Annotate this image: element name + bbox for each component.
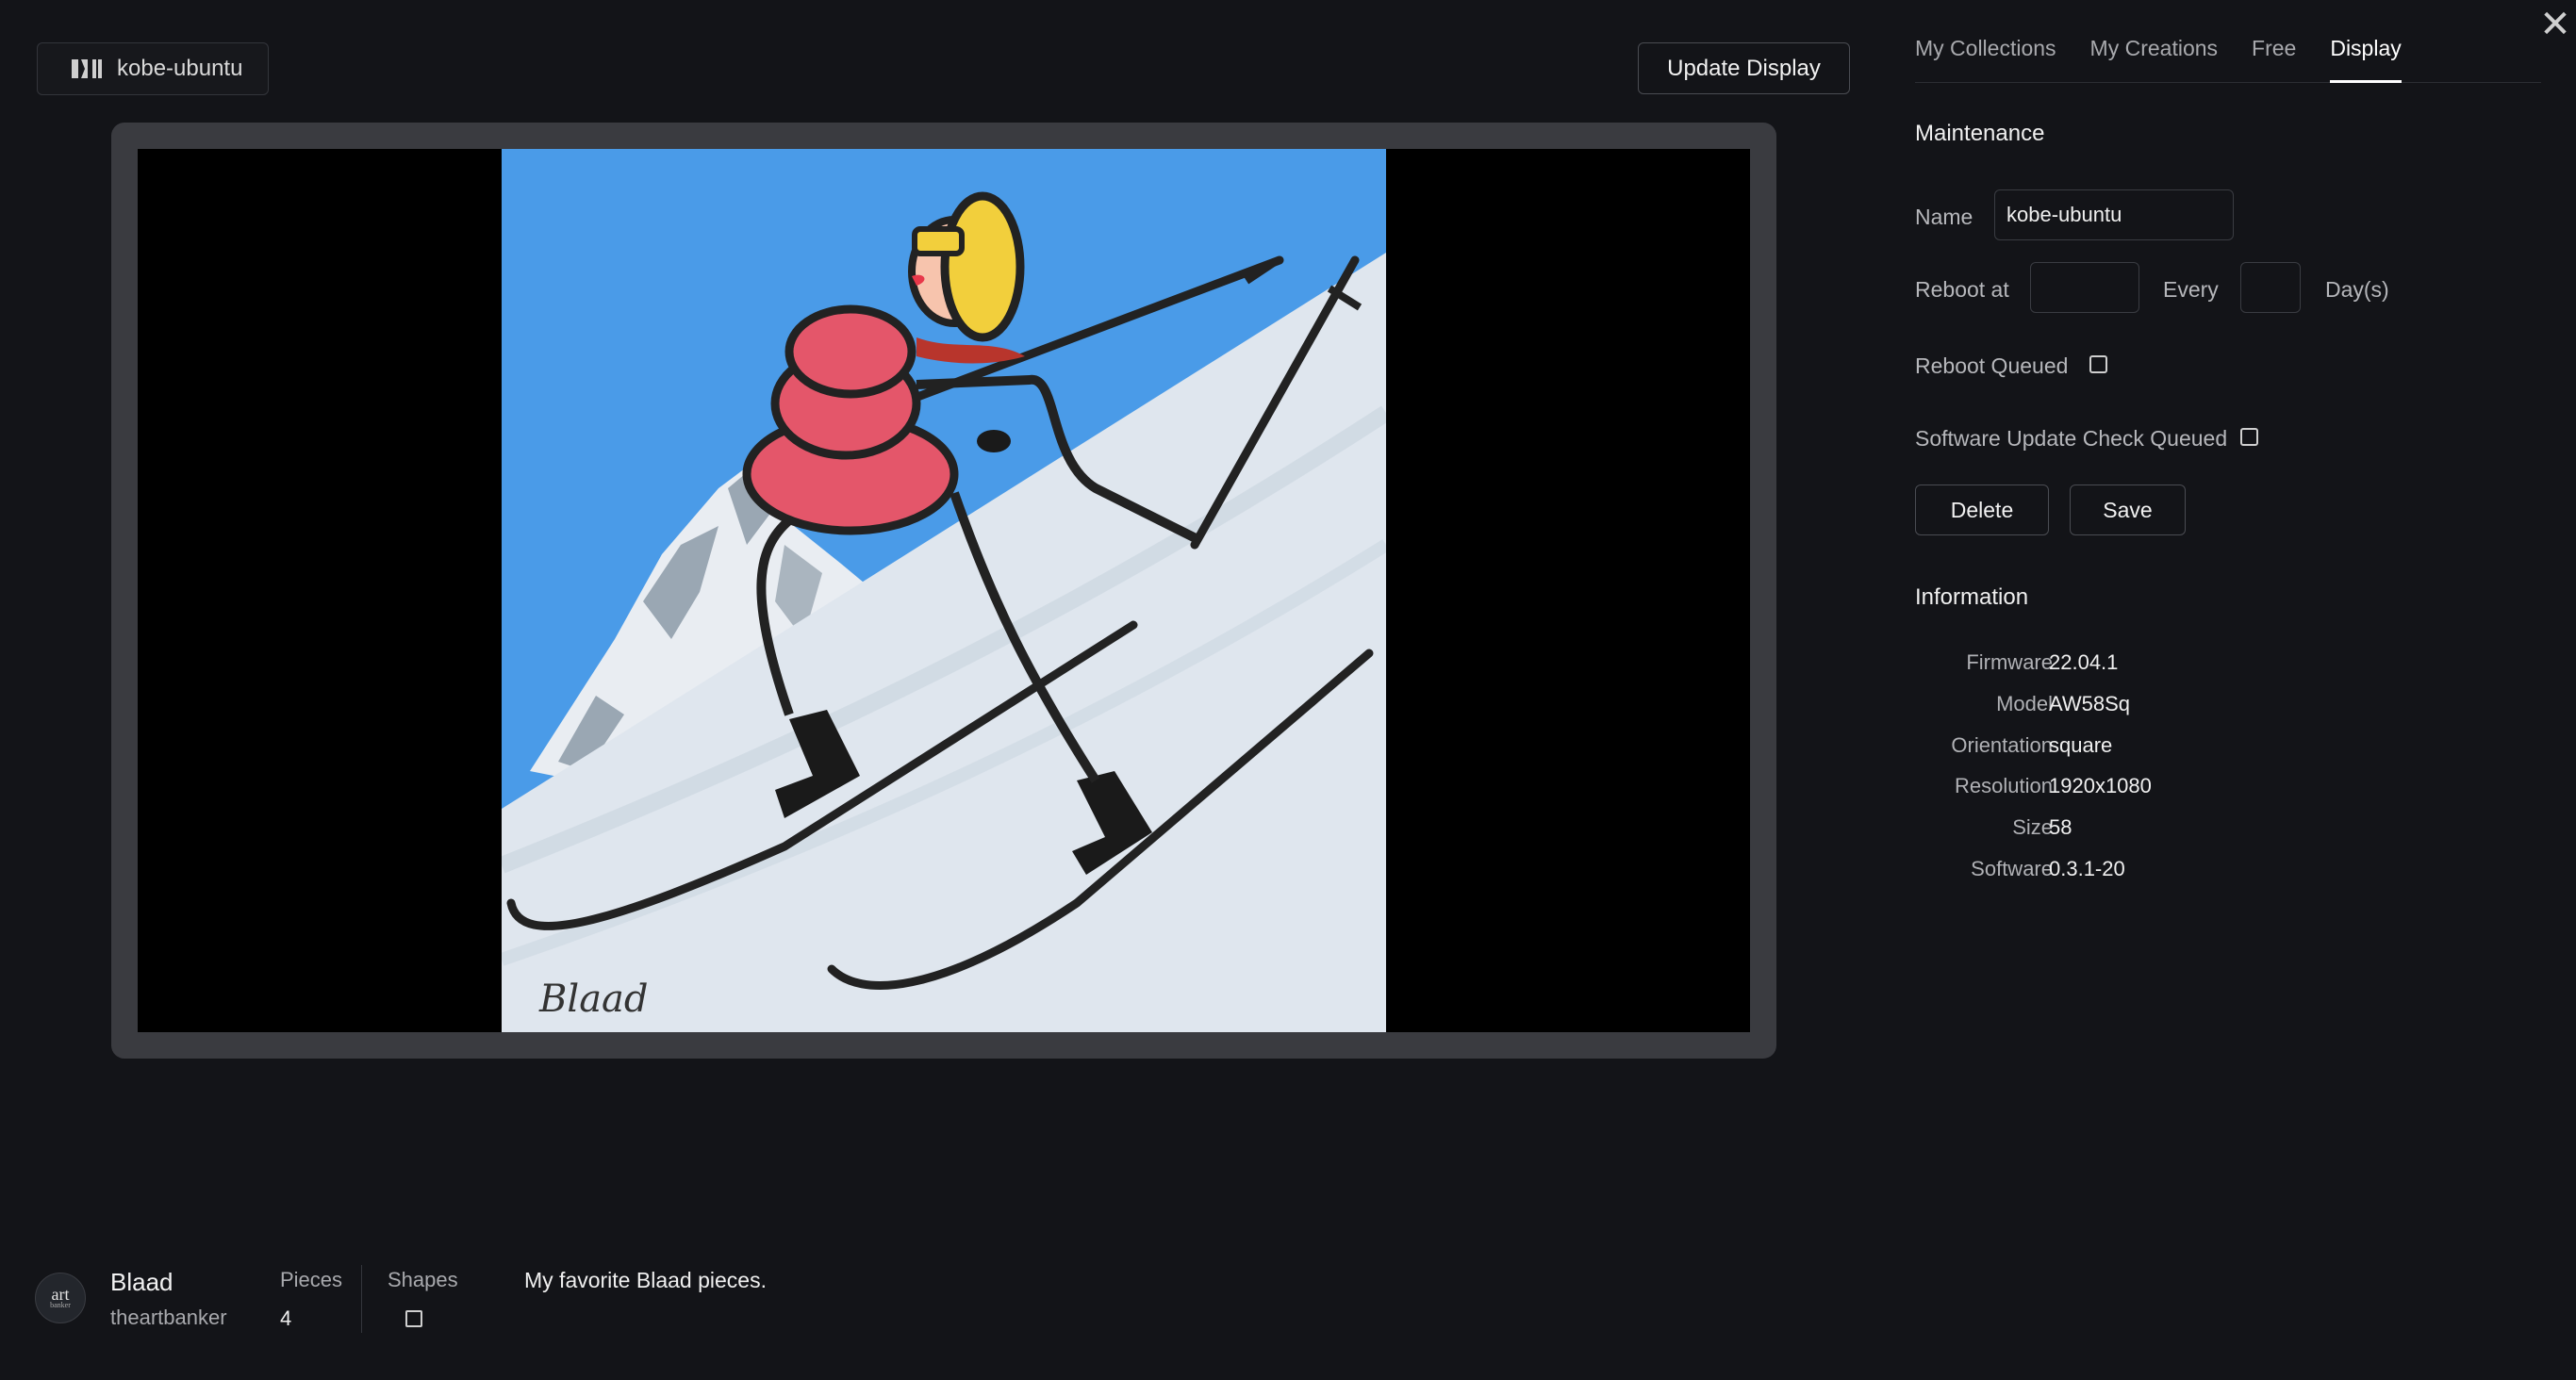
avatar[interactable]: art banker [35, 1273, 86, 1323]
software-update-label: Software Update Check Queued [1915, 426, 2228, 451]
every-label: Every [2163, 277, 2219, 302]
reboot-at-field[interactable] [2030, 262, 2139, 313]
info-value: 0.3.1-20 [2049, 857, 2125, 880]
tab-display[interactable]: Display [2330, 36, 2403, 83]
info-value: 58 [2049, 815, 2072, 839]
owner-name[interactable]: Blaad [110, 1268, 173, 1297]
software-update-checkbox[interactable] [2240, 428, 2258, 446]
pieces-label: Pieces [280, 1268, 343, 1291]
info-row-size: Size 58 [1915, 815, 2292, 853]
tab-my-creations[interactable]: My Creations [2090, 36, 2218, 82]
info-key: Resolution [1955, 774, 2053, 797]
footer-divider [361, 1265, 362, 1333]
info-key: Orientation [1951, 733, 2053, 757]
artwork-signature: Blaad [538, 978, 649, 1021]
info-row-orientation: Orientation square [1915, 733, 2292, 771]
delete-button[interactable]: Delete [1915, 485, 2049, 535]
collection-description: My favorite Blaad pieces. [524, 1268, 767, 1292]
tab-free[interactable]: Free [2252, 36, 2296, 82]
device-chip[interactable]: kobe-ubuntu [37, 42, 269, 95]
information-title: Information [1915, 584, 2029, 610]
tab-my-collections[interactable]: My Collections [1915, 36, 2056, 82]
display-preview-frame: Blaad [111, 123, 1776, 1059]
close-icon[interactable]: ✕ [2538, 6, 2572, 43]
reboot-queued-label: Reboot Queued [1915, 353, 2069, 378]
info-key: Software [1971, 857, 2053, 880]
app-root: kobe-ubuntu Update Display Blaad ✕ My Co… [0, 0, 2576, 1380]
info-row-model: Model AW58Sq [1915, 692, 2292, 730]
info-value: AW58Sq [2049, 692, 2131, 715]
info-row-resolution: Resolution 1920x1080 [1915, 774, 2292, 812]
display-screen: Blaad [138, 149, 1750, 1032]
info-value: 22.04.1 [2049, 650, 2119, 674]
device-name: kobe-ubuntu [117, 56, 243, 81]
info-row-firmware: Firmware 22.04.1 [1915, 650, 2292, 688]
days-label: Day(s) [2325, 277, 2389, 302]
info-row-software: Software 0.3.1-20 [1915, 857, 2292, 895]
avatar-text: art [51, 1285, 70, 1304]
maintenance-title: Maintenance [1915, 121, 2045, 146]
reboot-queued-checkbox[interactable] [2089, 355, 2107, 373]
name-label: Name [1915, 205, 1973, 229]
avatar-subtext: banker [50, 1301, 71, 1309]
display-brand-icon [72, 59, 102, 78]
pieces-count: 4 [280, 1306, 292, 1330]
every-days-field[interactable] [2240, 262, 2301, 313]
info-value: square [2049, 733, 2113, 757]
shape-square-icon[interactable] [405, 1310, 422, 1327]
update-display-button[interactable]: Update Display [1638, 42, 1850, 94]
reboot-at-label: Reboot at [1915, 277, 2009, 302]
save-button[interactable]: Save [2070, 485, 2186, 535]
info-key: Firmware [1966, 650, 2053, 674]
shapes-label: Shapes [388, 1268, 458, 1291]
artwork-image: Blaad [502, 149, 1386, 1032]
owner-handle[interactable]: theartbanker [110, 1306, 227, 1330]
info-key: Size [2012, 815, 2053, 839]
info-value: 1920x1080 [2049, 774, 2152, 797]
name-field[interactable] [1994, 189, 2234, 240]
tab-bar: My Collections My Creations Free Display [1915, 36, 2541, 83]
info-key: Model [1996, 692, 2053, 715]
